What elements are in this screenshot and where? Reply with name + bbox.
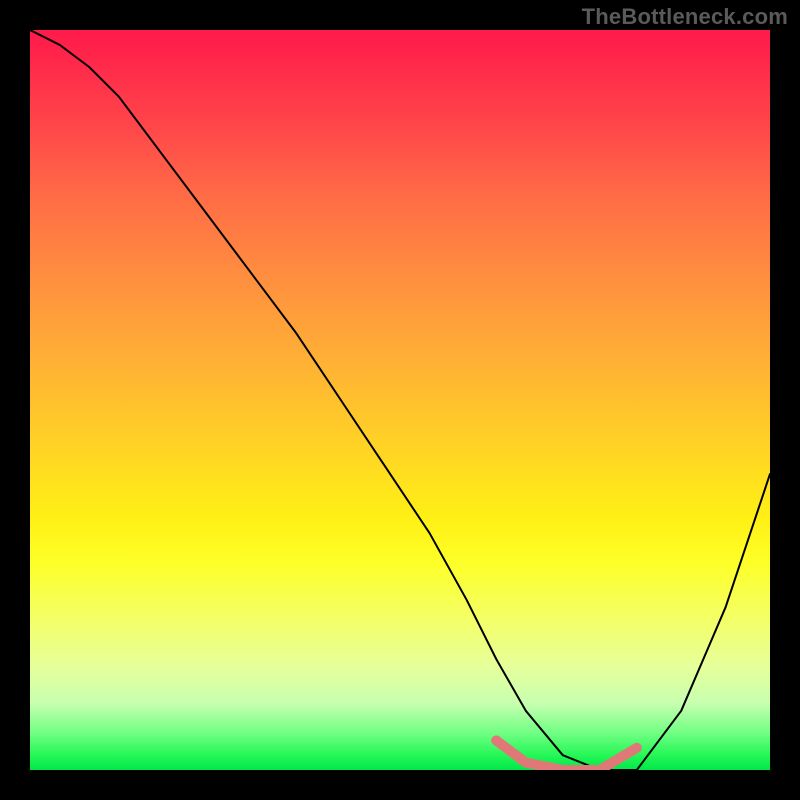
bottleneck-curve-path xyxy=(30,30,770,770)
bottleneck-chart: TheBottleneck.com xyxy=(0,0,800,800)
valley-marker-path xyxy=(496,740,637,770)
curve-layer xyxy=(30,30,770,770)
watermark-text: TheBottleneck.com xyxy=(582,4,788,30)
plot-area xyxy=(30,30,770,770)
